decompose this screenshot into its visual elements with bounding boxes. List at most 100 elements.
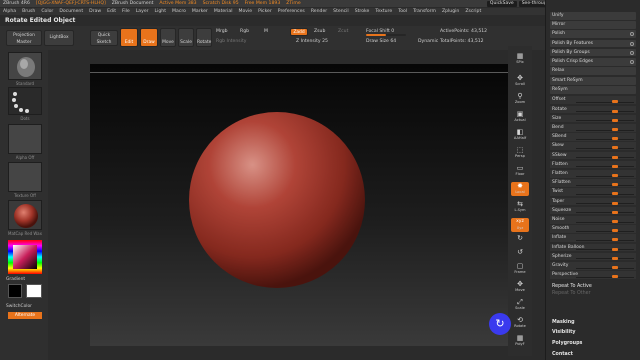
- slider-track[interactable]: [576, 175, 634, 177]
- menu-zplugin[interactable]: Zplugin: [439, 9, 462, 14]
- deformation-offset[interactable]: Offset: [550, 96, 636, 104]
- deformation-polish-by-features[interactable]: Polish By Features: [550, 39, 636, 48]
- slider-track[interactable]: [576, 258, 634, 260]
- menu-alpha[interactable]: Alpha: [0, 9, 19, 14]
- slider-knob[interactable]: [612, 192, 618, 196]
- menu-tool[interactable]: Tool: [395, 9, 410, 14]
- shelf-button-actual[interactable]: ▣ Actual: [511, 110, 529, 124]
- draw-size-slider[interactable]: Draw Size 64: [366, 39, 396, 44]
- polish-toggle-icon[interactable]: [630, 41, 634, 46]
- main-color-swatch[interactable]: [26, 284, 42, 298]
- repeat-to-other-button[interactable]: Repeat To Other: [550, 291, 636, 296]
- shelf-button-lsym[interactable]: ⇆ L.Sym: [511, 200, 529, 214]
- slider-track[interactable]: [576, 166, 634, 168]
- shelf-button-scroll[interactable]: ✥ Scroll: [511, 74, 529, 88]
- shelf-button-spix[interactable]: ▦ SPix: [511, 52, 529, 66]
- slider-track[interactable]: [576, 184, 634, 186]
- shelf-button-floor[interactable]: ▭ Floor: [511, 164, 529, 178]
- menu-stroke[interactable]: Stroke: [352, 9, 373, 14]
- menu-movie[interactable]: Movie: [235, 9, 255, 14]
- deformation-sskew[interactable]: SSkew: [550, 151, 636, 160]
- deformation-sflatten[interactable]: SFlatten: [550, 179, 636, 187]
- shelf-button-frame[interactable]: ▢ Frame: [511, 262, 529, 276]
- menu-render[interactable]: Render: [308, 9, 330, 14]
- focal-shift-track[interactable]: [366, 34, 406, 36]
- material-thumbnail[interactable]: [8, 200, 42, 230]
- section-contact[interactable]: Contact: [550, 352, 636, 357]
- deformation-skew[interactable]: Skew: [550, 142, 636, 150]
- edit-button[interactable]: Edit: [120, 28, 138, 47]
- repeat-to-active-button[interactable]: Repeat To Active: [550, 284, 636, 289]
- rotate-edited-object-icon[interactable]: ↻: [489, 313, 511, 335]
- deformation-smooth[interactable]: Smooth: [550, 225, 636, 233]
- move-button[interactable]: Move: [160, 28, 176, 47]
- slider-track[interactable]: [576, 111, 634, 113]
- menu-edit[interactable]: Edit: [104, 9, 119, 14]
- color-picker[interactable]: [8, 240, 42, 274]
- menu-color[interactable]: Color: [38, 9, 56, 14]
- deformation-inflate-balloon[interactable]: Inflate Balloon: [550, 243, 636, 252]
- slider-knob[interactable]: [612, 128, 618, 131]
- deformation-polish-by-groups[interactable]: Polish By Groups: [550, 48, 636, 57]
- shelf-button-move[interactable]: ✥ Move: [511, 280, 529, 294]
- section-visibility[interactable]: Visibility: [550, 330, 636, 335]
- menu-draw[interactable]: Draw: [86, 9, 104, 14]
- deformation-gravity[interactable]: Gravity: [550, 262, 636, 270]
- rgb-button[interactable]: Rgb: [240, 29, 249, 34]
- slider-knob[interactable]: [612, 275, 618, 279]
- menu-layer[interactable]: Layer: [133, 9, 152, 14]
- deformation-perspective[interactable]: Perspective: [550, 271, 636, 279]
- canvas-viewport[interactable]: [90, 64, 508, 346]
- zcut-button[interactable]: Zcut: [338, 29, 348, 34]
- slider-track[interactable]: [576, 267, 634, 269]
- slider-track[interactable]: [576, 212, 634, 214]
- deformation-noise[interactable]: Noise: [550, 216, 636, 224]
- alternate-button[interactable]: Alternate: [8, 312, 42, 319]
- slider-track[interactable]: [576, 249, 634, 251]
- slider-track[interactable]: [576, 129, 634, 131]
- menu-marker[interactable]: Marker: [189, 9, 211, 14]
- stroke-thumbnail[interactable]: [8, 87, 42, 115]
- shelf-button-scale[interactable]: ⤢ Scale: [511, 298, 529, 312]
- zadd-button[interactable]: Zadd: [290, 28, 308, 36]
- slider-knob[interactable]: [612, 118, 618, 122]
- slider-knob[interactable]: [612, 238, 618, 242]
- sphere-mesh[interactable]: [90, 64, 508, 346]
- slider-track[interactable]: [576, 239, 634, 241]
- slider-track[interactable]: [576, 221, 634, 223]
- deformation-mirror[interactable]: Mirror: [550, 21, 636, 29]
- shelf-button-aahalf[interactable]: ◧ AAHalf: [511, 128, 529, 142]
- rgb-intensity-slider[interactable]: Rgb Intensity: [216, 39, 246, 44]
- slider-track[interactable]: [576, 157, 634, 159]
- menu-picker[interactable]: Picker: [255, 9, 275, 14]
- dynamic-button[interactable]: Dynamic: [418, 39, 438, 44]
- shelf-button-rotate-z[interactable]: ↺: [511, 248, 529, 262]
- shelf-button-persp[interactable]: ⬚ Persp: [511, 146, 529, 160]
- z-intensity-slider[interactable]: Z Intensity 25: [296, 39, 328, 44]
- polish-toggle-icon[interactable]: [630, 60, 634, 64]
- shelf-button-polyf[interactable]: ▦ PolyF: [511, 334, 529, 348]
- deformation-smart-resym[interactable]: Smart ReSym: [550, 77, 636, 85]
- slider-track[interactable]: [576, 147, 634, 149]
- shelf-button-xyz[interactable]: xyz Xyz: [511, 218, 529, 232]
- zsub-button[interactable]: Zsub: [314, 29, 325, 34]
- slider-knob[interactable]: [612, 247, 618, 251]
- slider-track[interactable]: [576, 138, 634, 140]
- rotate-button[interactable]: Rotate: [196, 28, 212, 47]
- slider-knob[interactable]: [612, 266, 618, 269]
- slider-knob[interactable]: [612, 155, 618, 159]
- deformation-spherize[interactable]: Spherize: [550, 252, 636, 261]
- shelf-button-rotate-y[interactable]: ↻: [511, 234, 529, 248]
- menu-stencil[interactable]: Stencil: [330, 9, 352, 14]
- deformation-squeeze[interactable]: Squeeze: [550, 206, 636, 215]
- polish-toggle-icon[interactable]: [630, 32, 634, 37]
- slider-knob[interactable]: [612, 146, 618, 150]
- draw-button[interactable]: Draw: [140, 28, 158, 47]
- slider-track[interactable]: [576, 120, 634, 122]
- slider-knob[interactable]: [612, 210, 618, 214]
- menu-transform[interactable]: Transform: [410, 9, 439, 14]
- slider-knob[interactable]: [612, 164, 618, 168]
- quick-sketch-button[interactable]: Quick Sketch: [90, 30, 118, 46]
- slider-knob[interactable]: [612, 100, 618, 104]
- m-button[interactable]: M: [264, 29, 268, 34]
